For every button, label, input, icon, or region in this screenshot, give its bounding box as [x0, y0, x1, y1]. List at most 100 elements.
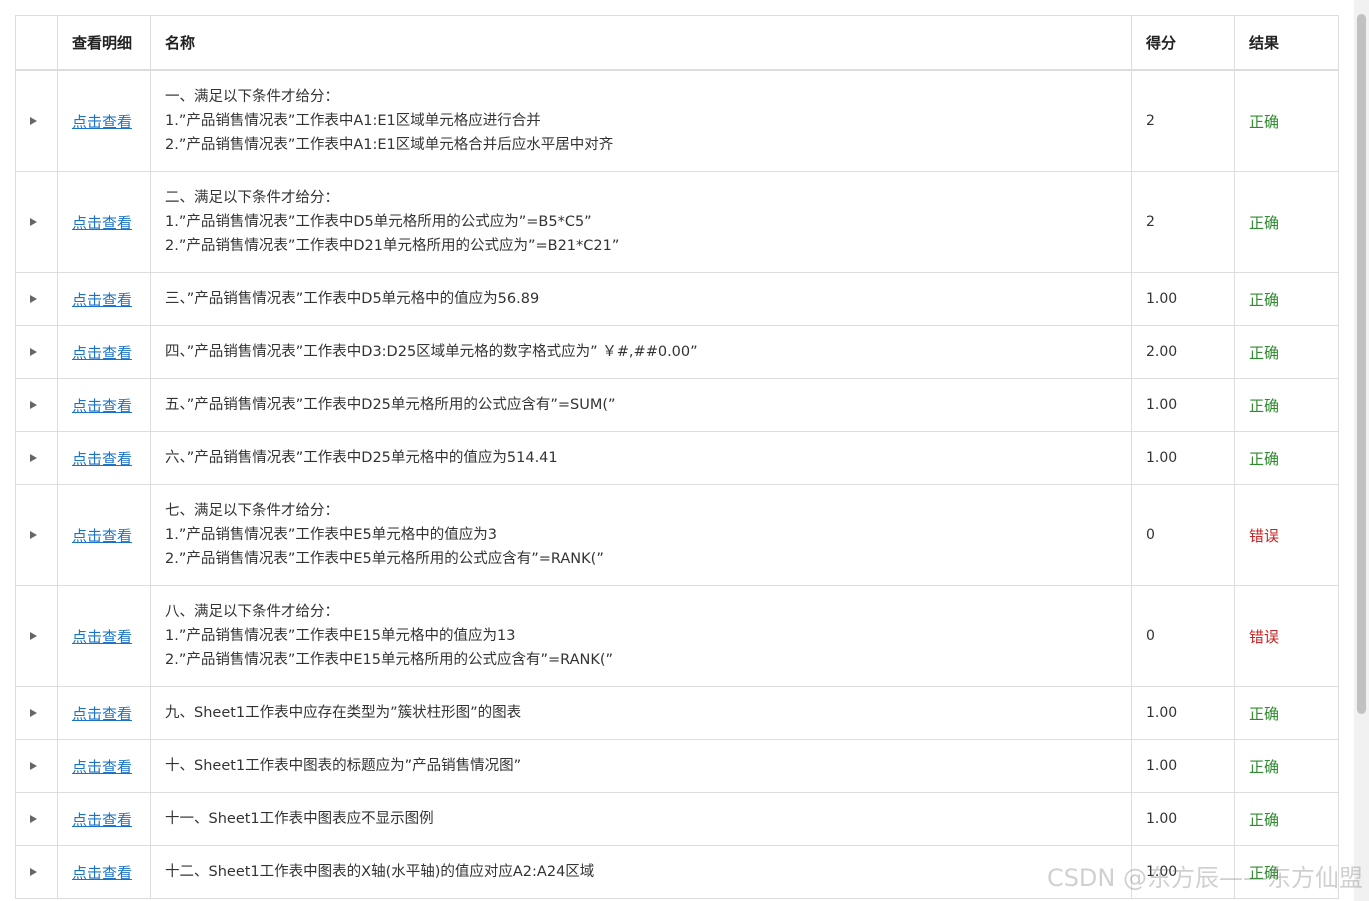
criterion-text: 1.”产品销售情况表”工作表中E5单元格中的值应为3 — [165, 527, 497, 543]
criterion-text: 八、满足以下条件才给分： — [165, 604, 339, 620]
criterion-text: 2.”产品销售情况表”工作表中D21单元格所用的公式应为”=B21*C21” — [165, 238, 620, 254]
name-cell: 十、Sheet1工作表中图表的标题应为”产品销售情况图” — [150, 739, 1132, 793]
triangle-right-icon[interactable] — [30, 117, 37, 125]
view-cell: 点击查看 — [57, 171, 151, 273]
criterion-text: 五、”产品销售情况表”工作表中D25单元格所用的公式应含有”=SUM(” — [165, 397, 616, 413]
score-cell: 1.00 — [1131, 431, 1235, 485]
criterion-text: 三、”产品销售情况表”工作表中D5单元格中的值应为56.89 — [165, 291, 540, 307]
view-cell: 点击查看 — [57, 431, 151, 485]
result-cell: 正确 — [1234, 686, 1339, 740]
header-result: 结果 — [1234, 15, 1339, 71]
header-view: 查看明细 — [57, 15, 151, 71]
watermark: CSDN @东方辰——东方仙盟 — [1046, 864, 1363, 892]
result-status: 正确 — [1249, 704, 1280, 723]
triangle-right-icon[interactable] — [30, 401, 37, 409]
expand-cell[interactable] — [15, 739, 58, 793]
triangle-right-icon[interactable] — [30, 218, 37, 226]
name-cell: 三、”产品销售情况表”工作表中D5单元格中的值应为56.89 — [150, 272, 1132, 326]
result-status: 错误 — [1249, 526, 1280, 545]
result-status: 正确 — [1249, 112, 1280, 131]
expand-cell[interactable] — [15, 171, 58, 273]
criterion-text: 一、满足以下条件才给分： — [165, 89, 339, 105]
criterion-text: 七、满足以下条件才给分： — [165, 503, 339, 519]
view-cell: 点击查看 — [57, 739, 151, 793]
view-detail-link[interactable]: 点击查看 — [72, 450, 132, 468]
score-cell: 0 — [1131, 585, 1235, 687]
view-detail-link[interactable]: 点击查看 — [72, 214, 132, 232]
name-cell: 十一、Sheet1工作表中图表应不显示图例 — [150, 792, 1132, 846]
view-detail-link[interactable]: 点击查看 — [72, 864, 132, 882]
expand-cell[interactable] — [15, 69, 58, 172]
view-cell: 点击查看 — [57, 845, 151, 899]
view-detail-link[interactable]: 点击查看 — [72, 705, 132, 723]
triangle-right-icon[interactable] — [30, 868, 37, 876]
view-detail-link[interactable]: 点击查看 — [72, 628, 132, 646]
expand-cell[interactable] — [15, 845, 58, 899]
score-cell: 1.00 — [1131, 792, 1235, 846]
criterion-text: 1.”产品销售情况表”工作表中E15单元格中的值应为13 — [165, 628, 516, 644]
result-cell: 正确 — [1234, 739, 1339, 793]
expand-cell[interactable] — [15, 378, 58, 432]
grading-table: 查看明细 名称 得分 结果 点击查看 一、满足以下条件才给分： 1.”产品销售情况表… — [15, 15, 1339, 899]
result-cell: 错误 — [1234, 585, 1339, 687]
table-row: 点击查看 二、满足以下条件才给分： 1.”产品销售情况表”工作表中D5单元格所用的公… — [15, 171, 1339, 273]
expand-cell[interactable] — [15, 325, 58, 379]
score-cell: 1.00 — [1131, 272, 1235, 326]
triangle-right-icon[interactable] — [30, 709, 37, 717]
expand-cell[interactable] — [15, 484, 58, 586]
score-cell: 1.00 — [1131, 378, 1235, 432]
view-detail-link[interactable]: 点击查看 — [72, 291, 132, 309]
result-status: 正确 — [1249, 343, 1280, 362]
expand-cell[interactable] — [15, 272, 58, 326]
triangle-right-icon[interactable] — [30, 295, 37, 303]
result-status: 正确 — [1249, 396, 1280, 415]
triangle-right-icon[interactable] — [30, 348, 37, 356]
view-detail-link[interactable]: 点击查看 — [72, 397, 132, 415]
table-row: 点击查看 四、”产品销售情况表”工作表中D3:D25区域单元格的数字格式应为” ￥… — [15, 325, 1339, 379]
score-cell: 1.00 — [1131, 739, 1235, 793]
table-row: 点击查看 五、”产品销售情况表”工作表中D25单元格所用的公式应含有”=SUM(”… — [15, 378, 1339, 432]
triangle-right-icon[interactable] — [30, 454, 37, 462]
result-status: 正确 — [1249, 810, 1280, 829]
result-status: 正确 — [1249, 449, 1280, 468]
name-cell: 六、”产品销售情况表”工作表中D25单元格中的值应为514.41 — [150, 431, 1132, 485]
view-detail-link[interactable]: 点击查看 — [72, 758, 132, 776]
table-row: 点击查看 八、满足以下条件才给分： 1.”产品销售情况表”工作表中E15单元格中的值… — [15, 585, 1339, 687]
score-cell: 0 — [1131, 484, 1235, 586]
criterion-text: 九、Sheet1工作表中应存在类型为”簇状柱形图”的图表 — [165, 705, 522, 721]
view-cell: 点击查看 — [57, 686, 151, 740]
expand-cell[interactable] — [15, 431, 58, 485]
name-cell: 七、满足以下条件才给分： 1.”产品销售情况表”工作表中E5单元格中的值应为3 2.… — [150, 484, 1132, 586]
view-cell: 点击查看 — [57, 484, 151, 586]
view-cell: 点击查看 — [57, 325, 151, 379]
table-row: 点击查看 三、”产品销售情况表”工作表中D5单元格中的值应为56.89 1.00 正确 — [15, 272, 1339, 326]
criterion-text: 1.”产品销售情况表”工作表中D5单元格所用的公式应为”=B5*C5” — [165, 214, 592, 230]
result-cell: 正确 — [1234, 325, 1339, 379]
expand-cell[interactable] — [15, 792, 58, 846]
triangle-right-icon[interactable] — [30, 632, 37, 640]
name-cell: 九、Sheet1工作表中应存在类型为”簇状柱形图”的图表 — [150, 686, 1132, 740]
result-status: 错误 — [1249, 627, 1280, 646]
vertical-scrollbar[interactable] — [1354, 0, 1369, 901]
score-cell: 1.00 — [1131, 686, 1235, 740]
result-cell: 正确 — [1234, 792, 1339, 846]
view-detail-link[interactable]: 点击查看 — [72, 113, 132, 131]
triangle-right-icon[interactable] — [30, 762, 37, 770]
view-cell: 点击查看 — [57, 792, 151, 846]
criterion-text: 四、”产品销售情况表”工作表中D3:D25区域单元格的数字格式应为” ￥#,##… — [165, 344, 698, 360]
name-cell: 五、”产品销售情况表”工作表中D25单元格所用的公式应含有”=SUM(” — [150, 378, 1132, 432]
table-row: 点击查看 七、满足以下条件才给分： 1.”产品销售情况表”工作表中E5单元格中的值应… — [15, 484, 1339, 586]
criterion-text: 十、Sheet1工作表中图表的标题应为”产品销售情况图” — [165, 758, 522, 774]
table-row: 点击查看 十一、Sheet1工作表中图表应不显示图例 1.00 正确 — [15, 792, 1339, 846]
view-detail-link[interactable]: 点击查看 — [72, 344, 132, 362]
table-row: 点击查看 六、”产品销售情况表”工作表中D25单元格中的值应为514.41 1.00… — [15, 431, 1339, 485]
view-cell: 点击查看 — [57, 585, 151, 687]
expand-cell[interactable] — [15, 585, 58, 687]
triangle-right-icon[interactable] — [30, 531, 37, 539]
expand-cell[interactable] — [15, 686, 58, 740]
view-detail-link[interactable]: 点击查看 — [72, 811, 132, 829]
scrollbar-thumb[interactable] — [1357, 14, 1366, 714]
view-detail-link[interactable]: 点击查看 — [72, 527, 132, 545]
triangle-right-icon[interactable] — [30, 815, 37, 823]
table-header-row: 查看明细 名称 得分 结果 — [15, 15, 1339, 71]
